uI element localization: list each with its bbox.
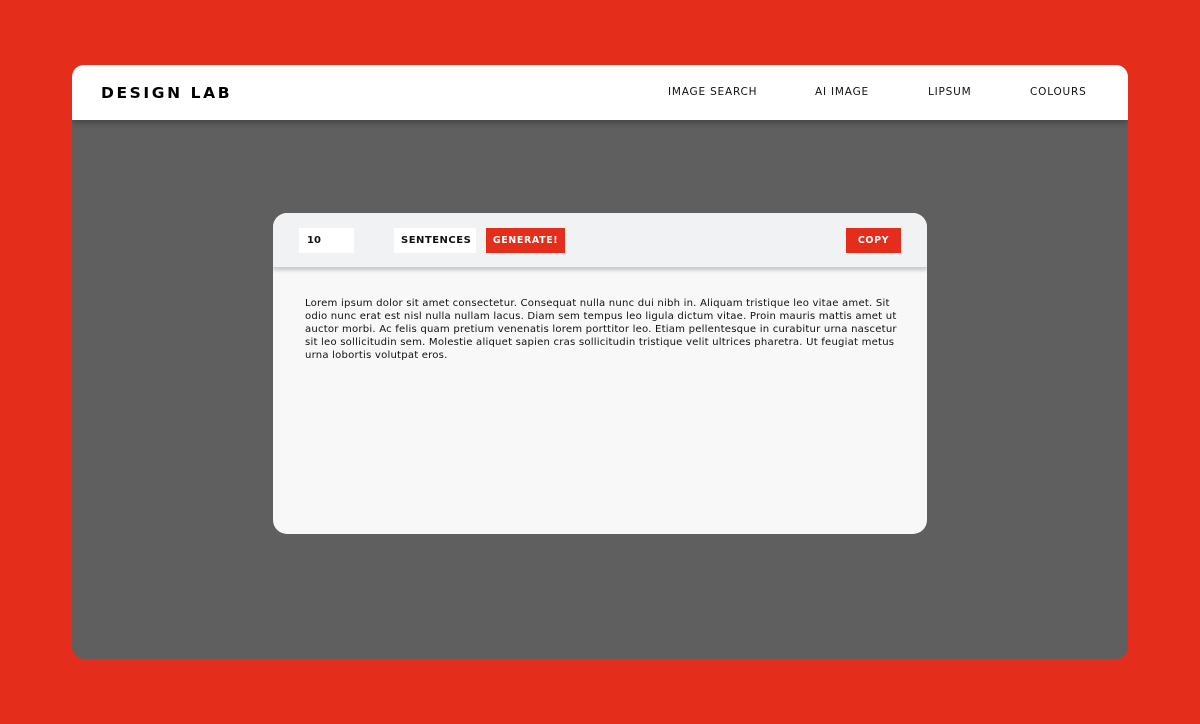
- generated-text: Lorem ipsum dolor sit amet consectetur. …: [305, 298, 897, 361]
- nav-link-image-search[interactable]: IMAGE SEARCH: [668, 86, 757, 98]
- nav-link-lipsum[interactable]: LIPSUM: [928, 86, 972, 98]
- top-navbar: DESIGN LAB IMAGE SEARCH AI IMAGE LIPSUM …: [72, 65, 1128, 120]
- generator-toolbar: SENTENCES GENERATE! COPY: [273, 213, 927, 268]
- unit-select[interactable]: SENTENCES: [394, 228, 476, 253]
- app-window: DESIGN LAB IMAGE SEARCH AI IMAGE LIPSUM …: [72, 65, 1128, 659]
- brand-logo[interactable]: DESIGN LAB: [101, 84, 232, 102]
- nav-link-ai-image[interactable]: AI IMAGE: [815, 86, 869, 98]
- copy-button[interactable]: COPY: [846, 228, 901, 253]
- lipsum-generator-card: SENTENCES GENERATE! COPY Lorem ipsum dol…: [273, 213, 927, 534]
- nav-link-colours[interactable]: COLOURS: [1030, 86, 1087, 98]
- count-input[interactable]: [299, 228, 354, 253]
- generate-button[interactable]: GENERATE!: [486, 228, 565, 253]
